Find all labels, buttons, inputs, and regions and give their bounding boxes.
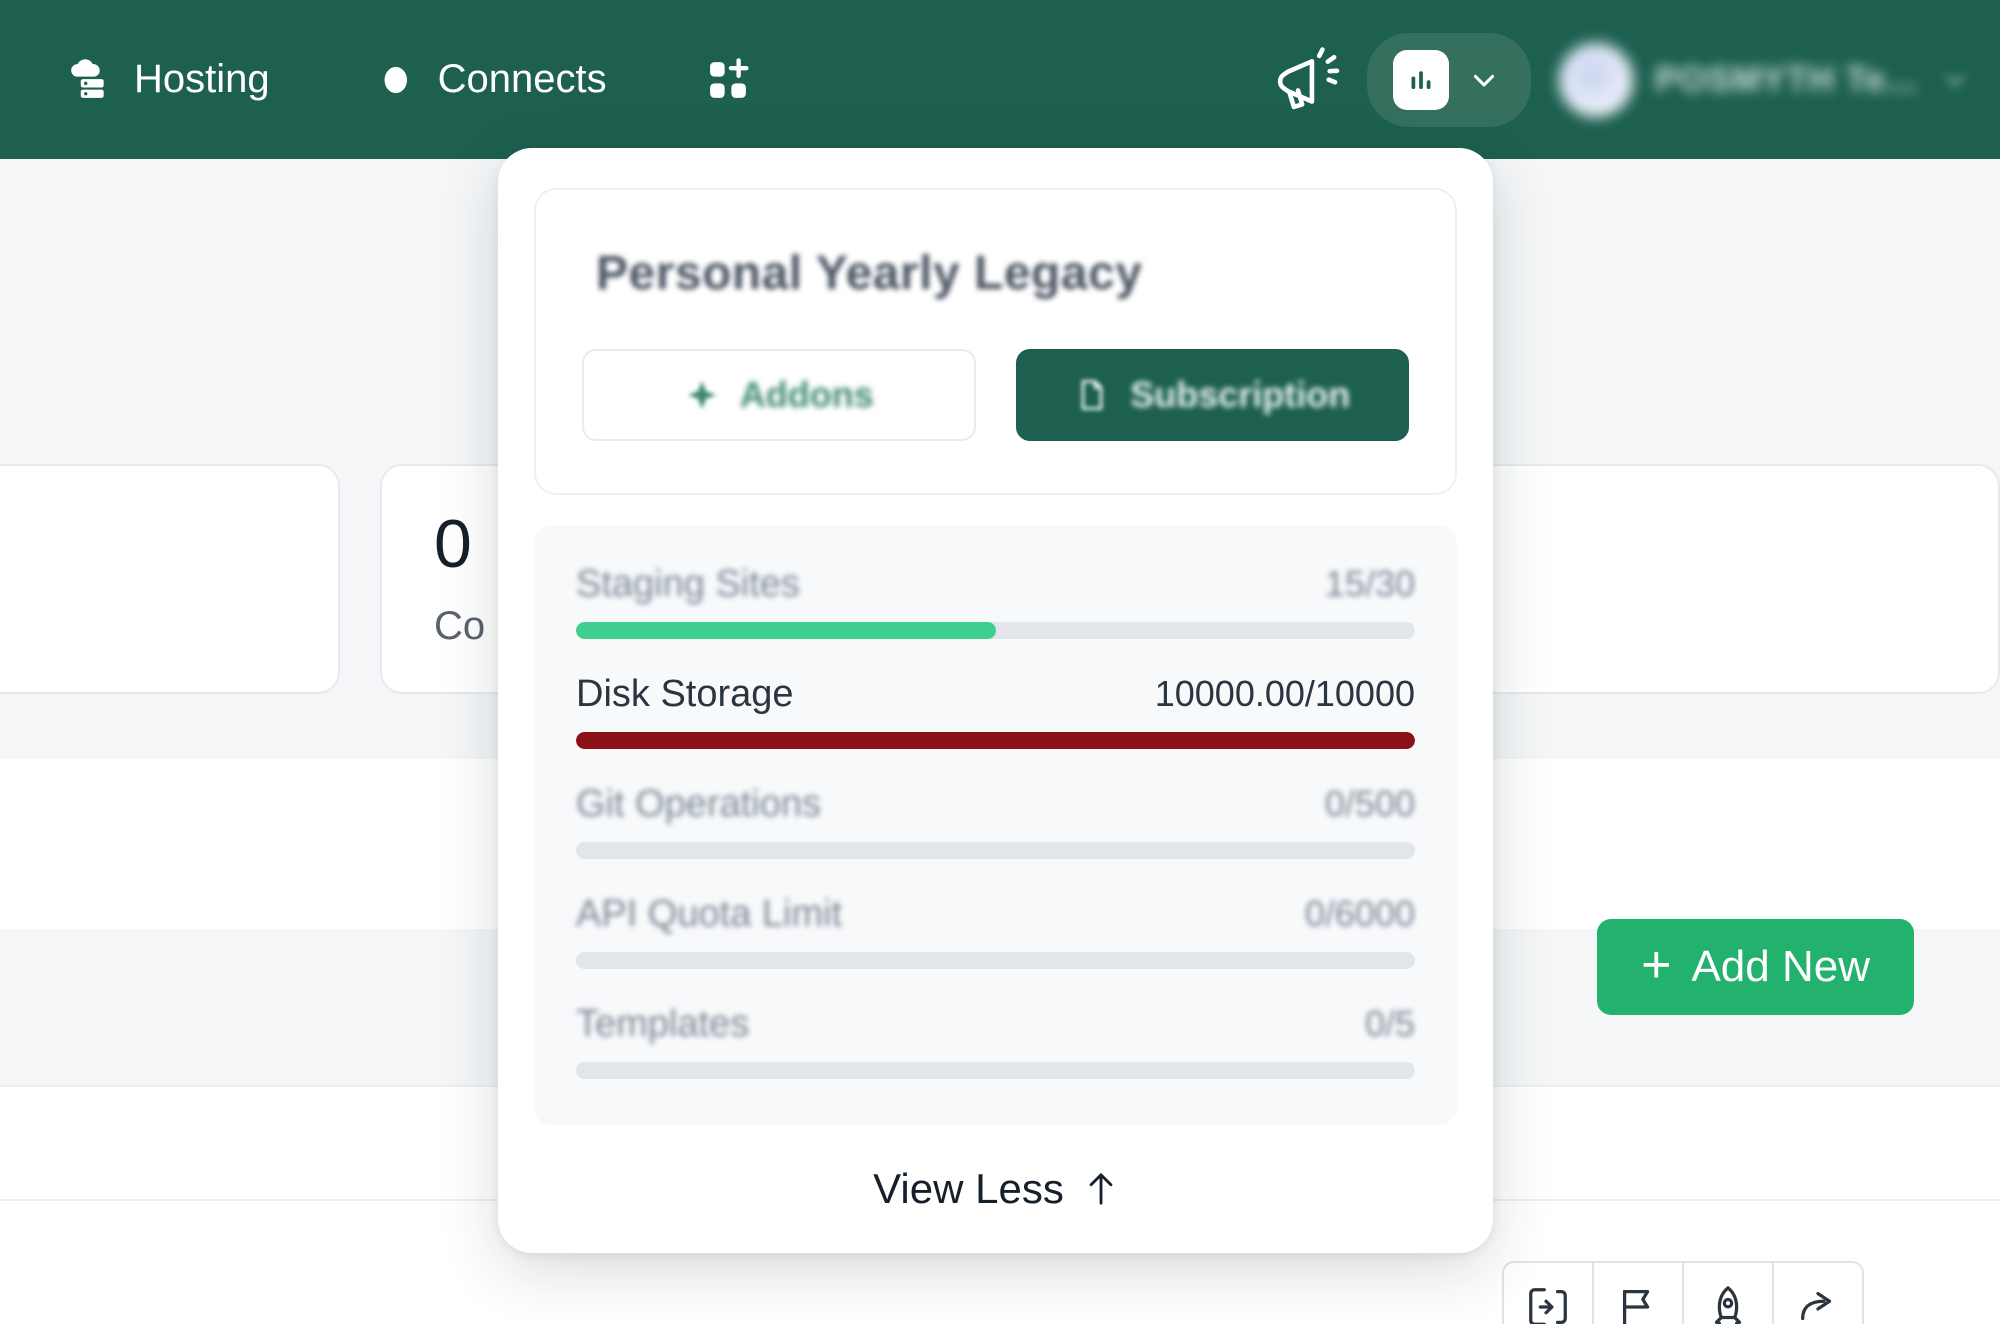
chevron-down-icon bbox=[1467, 63, 1501, 97]
usage-metrics-list: Staging Sites 15/30 Disk Storage 10000.0… bbox=[534, 525, 1457, 1125]
usage-bar-track bbox=[576, 1062, 1415, 1079]
usage-label: Git Operations bbox=[576, 783, 821, 825]
plan-title: Personal Yearly Legacy bbox=[596, 247, 1143, 300]
usage-dropdown-button[interactable] bbox=[1366, 32, 1531, 127]
stat-card-empty bbox=[0, 464, 340, 694]
profile-name: POSMYTH Te... bbox=[1654, 59, 1918, 99]
usage-value: 0/6000 bbox=[1304, 893, 1415, 934]
profile-menu-button[interactable]: POSMYTH Te... bbox=[1558, 42, 1970, 117]
flag-icon-button[interactable] bbox=[1592, 1261, 1684, 1324]
tab-subscription[interactable]: Subscription bbox=[1015, 349, 1409, 441]
usage-label: Disk Storage bbox=[576, 673, 794, 715]
usage-value: 15/30 bbox=[1324, 563, 1415, 604]
tab-subscription-label: Subscription bbox=[1130, 374, 1351, 415]
panel-header-card: Personal Yearly Legacy Addons Subscripti… bbox=[534, 188, 1457, 495]
nav-item-connects[interactable]: Connects bbox=[316, 55, 653, 105]
usage-value: 10000.00/10000 bbox=[1154, 673, 1415, 714]
avatar bbox=[1558, 42, 1633, 117]
tab-addons[interactable]: Addons bbox=[582, 349, 976, 441]
nav-label-hosting: Hosting bbox=[134, 57, 270, 101]
usage-value: 0/5 bbox=[1364, 1003, 1415, 1044]
subscription-usage-panel: Personal Yearly Legacy Addons Subscripti… bbox=[498, 148, 1493, 1253]
usage-value: 0/500 bbox=[1324, 783, 1415, 824]
megaphone-icon-button[interactable] bbox=[1265, 34, 1357, 126]
login-arrow-icon-button[interactable] bbox=[1502, 1261, 1594, 1324]
chevron-down-icon-profile bbox=[1940, 65, 1970, 95]
secondary-nav: POSMYTH Te... bbox=[1265, 0, 2000, 159]
arrow-up-icon bbox=[1084, 1169, 1118, 1209]
usage-bar-track bbox=[576, 622, 1415, 639]
usage-row-templates: Templates 0/5 bbox=[576, 1003, 1415, 1079]
usage-label: Staging Sites bbox=[576, 563, 800, 605]
connects-circles-icon bbox=[366, 55, 416, 105]
tab-addons-label: Addons bbox=[739, 374, 874, 415]
diamond-sparkle-icon bbox=[684, 377, 720, 413]
cloud-server-icon bbox=[62, 55, 112, 105]
primary-nav: Hosting Connects bbox=[0, 55, 799, 105]
usage-row-disk-storage: Disk Storage 10000.00/10000 bbox=[576, 673, 1415, 749]
usage-row-staging-sites: Staging Sites 15/30 bbox=[576, 563, 1415, 639]
usage-bar-track bbox=[576, 732, 1415, 749]
nav-label-connects: Connects bbox=[437, 57, 607, 101]
add-new-label: Add New bbox=[1691, 942, 1870, 991]
top-navigation-bar: Hosting Connects POSMYTH Te... bbox=[0, 0, 2000, 159]
rocket-icon-button[interactable] bbox=[1682, 1261, 1774, 1324]
share-arrow-icon-button[interactable] bbox=[1772, 1261, 1864, 1324]
plus-icon: + bbox=[1641, 936, 1672, 994]
nav-item-hosting[interactable]: Hosting bbox=[62, 55, 316, 105]
app-root: 0 Co s + Add New ACTIONS bbox=[0, 0, 2000, 1324]
usage-bar-track bbox=[576, 952, 1415, 969]
usage-row-git-operations: Git Operations 0/500 bbox=[576, 783, 1415, 859]
add-new-button[interactable]: + Add New bbox=[1597, 919, 1914, 1015]
add-app-grid-icon bbox=[703, 55, 753, 105]
view-less-button[interactable]: View Less bbox=[534, 1125, 1457, 1253]
usage-label: API Quota Limit bbox=[576, 893, 843, 935]
panel-tab-group: Addons Subscription bbox=[582, 349, 1409, 441]
usage-row-api-quota-limit: API Quota Limit 0/6000 bbox=[576, 893, 1415, 969]
usage-label: Templates bbox=[576, 1003, 750, 1045]
view-less-label: View Less bbox=[873, 1165, 1064, 1212]
document-icon bbox=[1074, 377, 1110, 413]
usage-bar-fill bbox=[576, 622, 996, 639]
usage-bar-track bbox=[576, 842, 1415, 859]
row-actions-group bbox=[1502, 1261, 1864, 1324]
usage-bar-fill bbox=[576, 732, 1415, 749]
nav-item-apps[interactable] bbox=[653, 55, 799, 105]
bar-chart-icon bbox=[1392, 49, 1449, 110]
